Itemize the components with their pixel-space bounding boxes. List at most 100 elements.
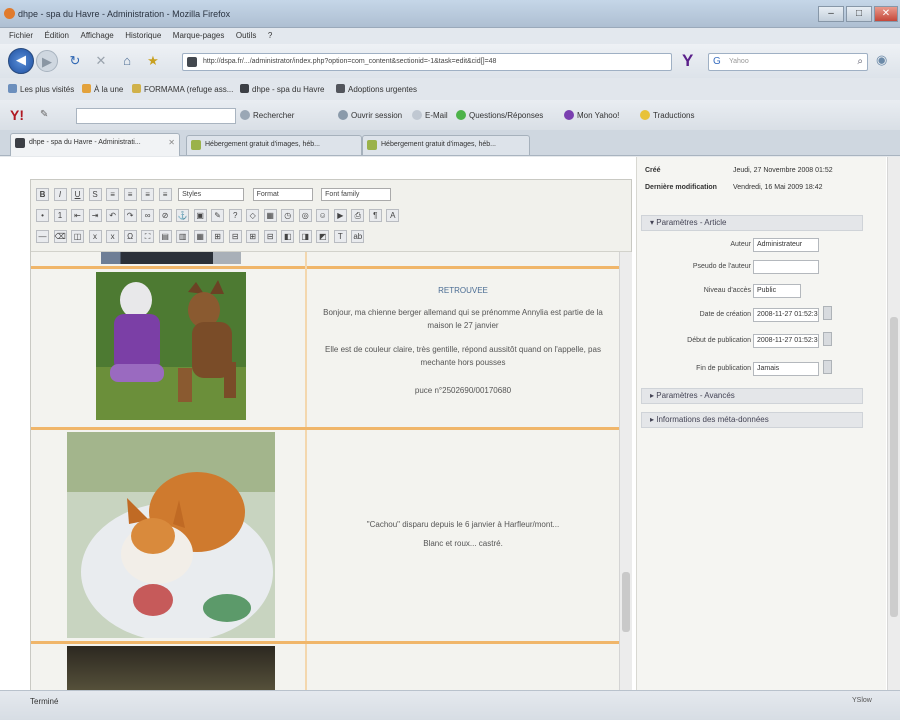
back-icon[interactable]: ◀ (8, 48, 34, 74)
horizontal-rule-icon[interactable]: — (36, 230, 49, 243)
yahoo-answers-button[interactable]: Questions/Réponses (456, 110, 543, 120)
cat-photo[interactable] (67, 432, 275, 638)
visual-aid-icon[interactable]: ◫ (71, 230, 85, 243)
emoticon-icon[interactable]: ☺ (316, 209, 330, 222)
bookmark-most-visited[interactable]: Les plus visités (8, 84, 74, 94)
bookmark-star-icon[interactable]: ★ (142, 50, 164, 72)
yahoo-search-button[interactable]: Rechercher (240, 110, 294, 120)
menu-marque-pages[interactable]: Marque-pages (173, 31, 225, 40)
superscript-icon[interactable]: x (106, 230, 120, 243)
split-cell-icon[interactable]: ◧ (281, 230, 295, 243)
editor-scroll-thumb[interactable] (622, 572, 630, 632)
font-family-select[interactable]: Font family (321, 188, 392, 201)
fullscreen-icon[interactable]: ⛶ (141, 230, 155, 243)
insert-col-icon[interactable]: ⊞ (246, 230, 260, 243)
strikethrough-button[interactable]: S (88, 188, 102, 201)
unlink-icon[interactable]: ⊘ (158, 209, 172, 222)
align-right-icon[interactable]: ≡ (141, 188, 155, 201)
cell-props-icon[interactable]: ▦ (193, 230, 207, 243)
addon-icon[interactable]: ◉ (876, 52, 887, 68)
stop-icon[interactable]: ✕ (90, 50, 112, 72)
address-bar[interactable]: http://dspa.fr/.../administrator/index.p… (182, 53, 672, 71)
third-animal-photo[interactable] (67, 646, 275, 690)
menu-edition[interactable]: Édition (45, 31, 69, 40)
print-icon[interactable]: ⎙ (351, 209, 365, 222)
help-icon[interactable]: ? (228, 209, 242, 222)
access-level-select[interactable]: Public (753, 284, 801, 298)
advanced-params-section[interactable]: ▸ Paramètres - Avancés (641, 388, 863, 404)
text-color-icon[interactable]: A (386, 209, 400, 222)
table-icon[interactable]: ▤ (158, 230, 172, 243)
preview-icon[interactable]: ◎ (298, 209, 312, 222)
style-props-icon[interactable]: T (333, 230, 347, 243)
html-source-icon[interactable]: ◇ (246, 209, 260, 222)
reload-icon[interactable]: ↻ (64, 50, 86, 72)
search-input[interactable]: G Yahoo ⌕ (708, 53, 868, 71)
subscript-icon[interactable]: x (88, 230, 102, 243)
menu-affichage[interactable]: Affichage (81, 31, 114, 40)
pencil-icon[interactable]: ✎ (40, 109, 48, 120)
yslow-icon[interactable]: YSlow (852, 697, 872, 704)
forward-icon[interactable]: ▶ (36, 50, 58, 72)
menu-outils[interactable]: Outils (236, 31, 256, 40)
link-icon[interactable]: ∞ (141, 209, 155, 222)
media-icon[interactable]: ▶ (333, 209, 347, 222)
bold-button[interactable]: B (36, 188, 49, 201)
close-button[interactable]: ✕ (874, 6, 898, 22)
calendar-icon[interactable] (823, 306, 832, 320)
menu-historique[interactable]: Historique (125, 31, 161, 40)
close-tab-icon[interactable]: ✕ (168, 134, 175, 152)
calendar-icon[interactable] (823, 332, 832, 346)
anchor-icon[interactable]: ⚓ (176, 209, 190, 222)
abbr-icon[interactable]: ab (351, 230, 365, 243)
image-icon[interactable]: ▣ (193, 209, 207, 222)
delete-col-icon[interactable]: ⊟ (263, 230, 277, 243)
tab-image-host-2[interactable]: Hébergement gratuit d'images, héb... (362, 135, 530, 155)
search-engine-icon[interactable]: G (713, 56, 721, 67)
rtl-icon[interactable]: ¶ (368, 209, 382, 222)
layer-icon[interactable]: ◩ (316, 230, 330, 243)
yahoo-logo-icon[interactable]: Y! (10, 107, 24, 123)
tab-image-host-1[interactable]: Hébergement gratuit d'images, héb... (186, 135, 362, 155)
editor-scrollbar[interactable] (619, 252, 632, 690)
numbered-list-icon[interactable]: 1 (53, 209, 67, 222)
maximize-button[interactable]: □ (846, 6, 872, 22)
tab-dhpe-admin[interactable]: dhpe - spa du Havre - Administrati... ✕ (10, 133, 180, 156)
publish-up-input[interactable]: 2008-11-27 01:52:3 (753, 334, 819, 348)
created-date-input[interactable]: 2008-11-27 01:52:3 (753, 308, 819, 322)
minimize-button[interactable]: – (818, 6, 844, 22)
bookmark-formama[interactable]: FORMAMA (refuge ass... (132, 84, 233, 94)
style-select[interactable]: Styles (178, 188, 245, 201)
bullet-list-icon[interactable]: • (36, 209, 49, 222)
align-left-icon[interactable]: ≡ (106, 188, 120, 201)
menu-help[interactable]: ? (268, 31, 272, 40)
calendar-icon[interactable] (823, 360, 832, 374)
yahoo-translate-button[interactable]: Traductions (640, 110, 695, 120)
row-props-icon[interactable]: ▥ (176, 230, 190, 243)
underline-button[interactable]: U (71, 188, 85, 201)
yahoo-signin-button[interactable]: Ouvrir session (338, 110, 402, 120)
delete-row-icon[interactable]: ⊟ (228, 230, 242, 243)
metadata-section[interactable]: ▸ Informations des méta-données (641, 412, 863, 428)
author-select[interactable]: Administrateur (753, 238, 819, 252)
my-yahoo-button[interactable]: Mon Yahoo! (564, 110, 619, 120)
search-icon[interactable]: ⌕ (857, 56, 863, 67)
yahoo-search-input[interactable] (76, 108, 236, 124)
bookmark-dhpe[interactable]: dhpe - spa du Havre (240, 84, 325, 94)
author-alias-input[interactable] (753, 260, 819, 274)
redo-icon[interactable]: ↷ (123, 209, 137, 222)
publish-down-input[interactable]: Jamais (753, 362, 819, 376)
insert-date-icon[interactable]: ▦ (263, 209, 277, 222)
insert-time-icon[interactable]: ◷ (281, 209, 295, 222)
align-justify-icon[interactable]: ≡ (158, 188, 172, 201)
menu-fichier[interactable]: Fichier (9, 31, 33, 40)
article-params-section[interactable]: ▾ Paramètres - Article (641, 215, 863, 231)
editor-document[interactable]: RETROUVEE Bonjour, ma chienne berger all… (31, 252, 619, 690)
cleanup-icon[interactable]: ✎ (211, 209, 225, 222)
home-icon[interactable]: ⌂ (116, 50, 138, 72)
merge-cell-icon[interactable]: ◨ (298, 230, 312, 243)
indent-icon[interactable]: ⇥ (88, 209, 102, 222)
format-select[interactable]: Format (252, 188, 313, 201)
outdent-icon[interactable]: ⇤ (71, 209, 85, 222)
insert-row-icon[interactable]: ⊞ (211, 230, 225, 243)
